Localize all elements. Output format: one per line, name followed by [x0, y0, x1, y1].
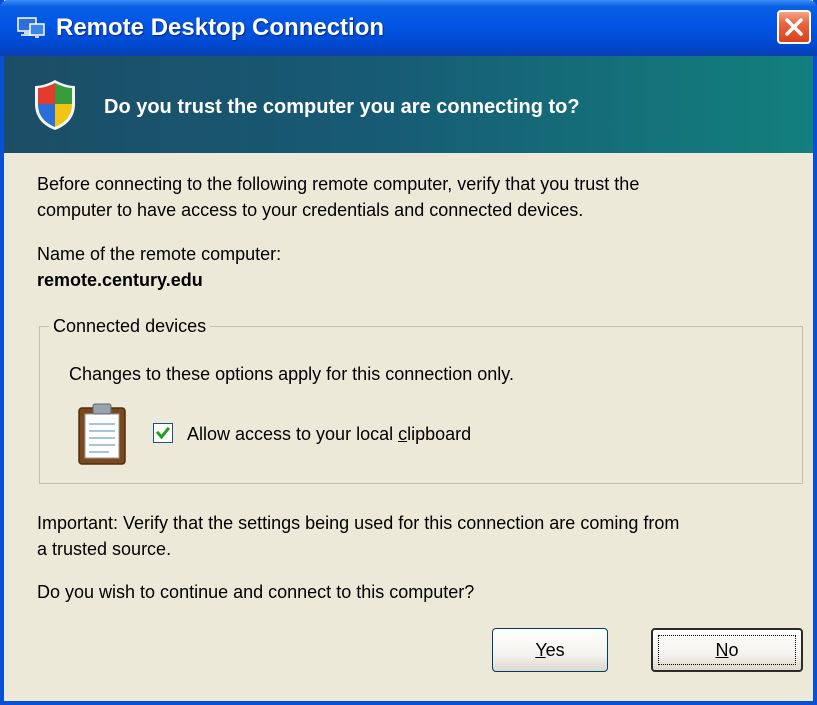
- remote-computer-label: Name of the remote computer:: [37, 244, 282, 264]
- banner-heading: Do you trust the computer you are connec…: [104, 96, 580, 118]
- intro-text-line2: computer to have access to your credenti…: [37, 200, 584, 220]
- close-icon: [785, 18, 803, 36]
- checkmark-icon: [156, 426, 170, 440]
- window-title: Remote Desktop Connection: [56, 14, 385, 41]
- yes-accelerator: Y: [535, 639, 546, 660]
- security-banner: Do you trust the computer you are connec…: [4, 56, 813, 153]
- title-bar[interactable]: Remote Desktop Connection: [0, 0, 817, 56]
- clipboard-label-after: lipboard: [407, 424, 472, 444]
- focus-ring: [658, 635, 796, 665]
- close-button[interactable]: [777, 10, 811, 44]
- intro-text-line1: Before connecting to the following remot…: [37, 174, 640, 194]
- clipboard-icon: [78, 403, 126, 465]
- remote-desktop-icon: [17, 17, 45, 38]
- devices-note: Changes to these options apply for this …: [69, 364, 514, 384]
- important-text-line2: a trusted source.: [37, 539, 172, 559]
- connected-devices-legend: Connected devices: [49, 314, 211, 338]
- yes-label-rest: es: [545, 639, 565, 660]
- shield-icon: [35, 80, 75, 130]
- clipboard-checkbox[interactable]: [153, 423, 173, 443]
- important-text-line1: Important: Verify that the settings bein…: [37, 513, 680, 533]
- yes-button[interactable]: Yes: [492, 628, 608, 672]
- clipboard-label[interactable]: Allow access to your local clipboard: [187, 422, 471, 446]
- continue-question: Do you wish to continue and connect to t…: [37, 582, 475, 602]
- connected-devices-group: [39, 326, 803, 484]
- remote-computer-name: remote.century.edu: [37, 270, 203, 290]
- no-button[interactable]: No: [651, 628, 803, 672]
- clipboard-label-before: Allow access to your local: [187, 424, 399, 444]
- clipboard-label-accelerator: c: [398, 424, 408, 444]
- dialog-window: Remote Desktop Connection Do you trust t…: [0, 0, 817, 705]
